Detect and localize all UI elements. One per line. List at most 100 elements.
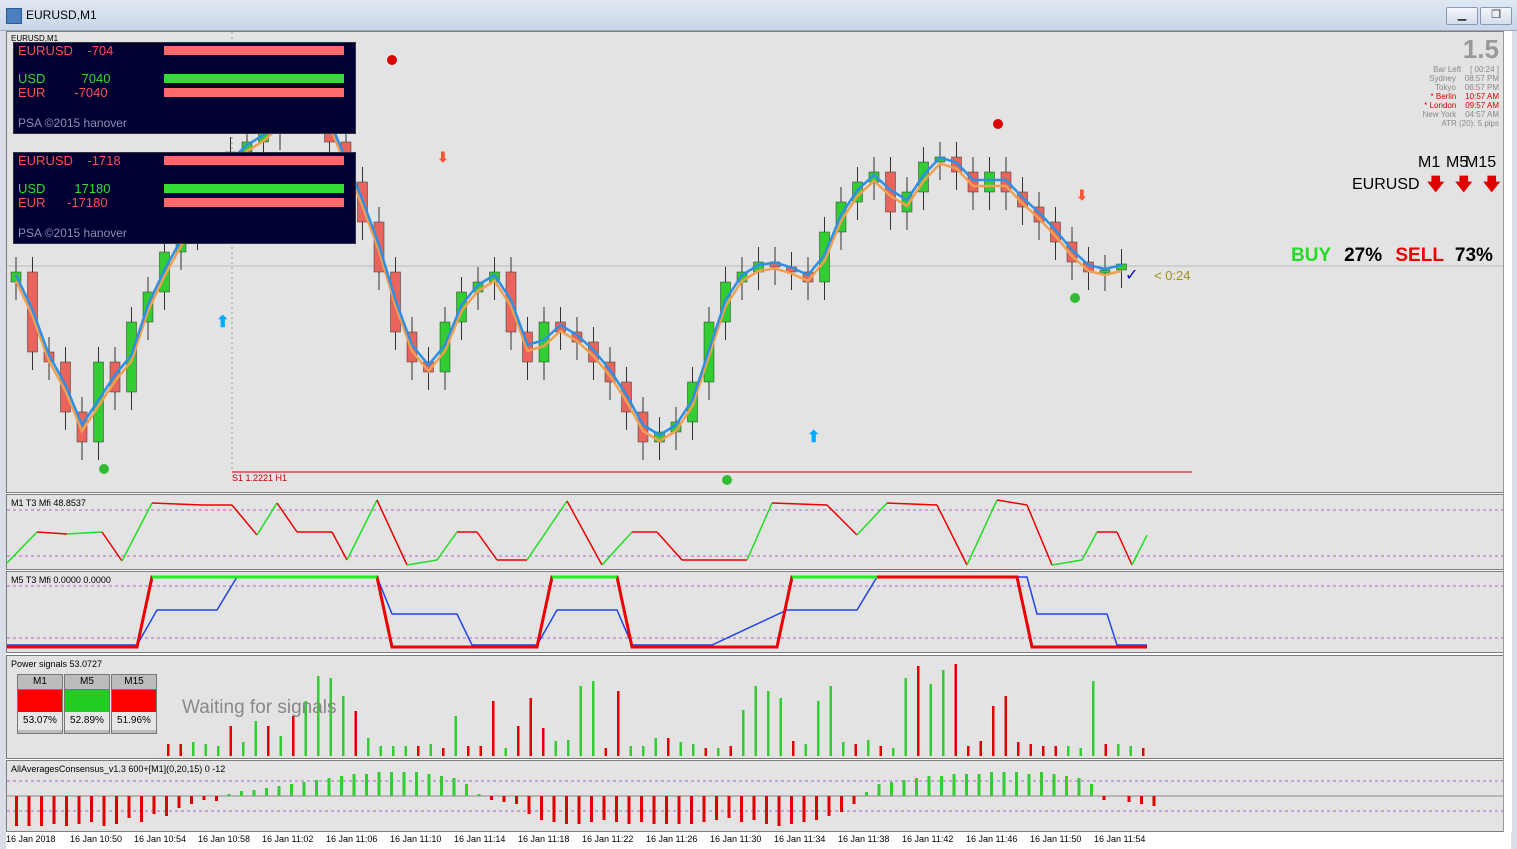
- consensus-bar: [140, 796, 143, 822]
- power-bar: [717, 748, 720, 756]
- power-bar: [292, 716, 295, 756]
- consensus-bar: [615, 796, 618, 822]
- consensus-bar: [990, 772, 993, 796]
- power-bar: [867, 740, 870, 756]
- power-bar: [654, 738, 657, 756]
- consensus-bar: [1077, 778, 1081, 796]
- consensus-bar: [152, 796, 156, 814]
- consensus-bar: [190, 796, 193, 804]
- mfi-segment: [66, 531, 103, 535]
- time-axis-label: 16 Jan 11:22: [582, 834, 634, 844]
- power-bar: [229, 726, 232, 756]
- session-row: Sydney 08:57 PM: [1429, 74, 1499, 83]
- session-row: * Berlin 10:57 AM: [1430, 92, 1499, 101]
- base-bar: [164, 184, 344, 193]
- mfi-red-line: [7, 575, 1147, 649]
- time-axis-label: 16 Jan 11:30: [710, 834, 762, 844]
- power-bar: [492, 701, 495, 756]
- sell-pct: 73%: [1454, 245, 1493, 266]
- maximize-button[interactable]: ❐: [1480, 7, 1512, 25]
- power-bar: [479, 746, 482, 756]
- mfi-segment: [566, 500, 603, 566]
- consensus-bar: [865, 792, 868, 796]
- candle: [819, 231, 830, 283]
- power-bar: [854, 744, 857, 756]
- power-bar: [1104, 744, 1107, 756]
- consensus-bar: [1127, 796, 1131, 802]
- consensus-bar: [1102, 796, 1106, 800]
- arrow-down-icon: 🡇: [1455, 175, 1473, 194]
- consensus-bar: [377, 772, 381, 796]
- tf-label-m1: M1: [1418, 154, 1441, 171]
- power-bar: [1017, 742, 1020, 756]
- power-bar: [642, 746, 645, 756]
- consensus-bar: [465, 784, 468, 796]
- power-bar: [792, 741, 795, 756]
- currency-strength-box-2: EURUSD -1718 USD 17180 EUR -17180 PSA ©2…: [13, 152, 356, 244]
- consensus-bar: [827, 796, 831, 816]
- power-bar: [204, 744, 207, 756]
- atr-label: ATR (20): 5 pips: [1441, 119, 1499, 128]
- power-bar: [1042, 746, 1045, 756]
- consensus-oscillator-pane[interactable]: AllAveragesConsensus_v1.3 600+[M1](0,20,…: [6, 760, 1511, 832]
- consensus-bar: [40, 796, 43, 826]
- mfi-segment: [746, 502, 773, 561]
- time-axis-label: 16 Jan 11:42: [902, 834, 954, 844]
- mfi-segment: [7, 531, 38, 564]
- sell-label: SELL: [1395, 245, 1444, 266]
- power-bar: [1117, 744, 1120, 756]
- consensus-bar: [777, 796, 781, 826]
- consensus-bar: [1027, 774, 1031, 796]
- yinyang-icon: [1070, 293, 1080, 303]
- power-bar: [904, 678, 907, 756]
- m1-mfi-pane[interactable]: M1 T3 Mfi 48.8537: [6, 494, 1511, 570]
- price-pane[interactable]: ⬆ ⬆ ⬇ ⬇ ✓ EURUSD,M1 EURUSD -704 USD 7040 EUR…: [6, 31, 1511, 493]
- power-bar: [1092, 681, 1095, 756]
- time-axis-label: 16 Jan 2018: [6, 834, 56, 844]
- power-bar: [467, 746, 470, 756]
- consensus-bar: [177, 796, 181, 808]
- chart-window[interactable]: ⬆ ⬆ ⬇ ⬇ ✓ EURUSD,M1 EURUSD -704 USD 7040 EUR…: [6, 31, 1512, 849]
- power-bar: [242, 742, 245, 756]
- mfi-segment: [996, 499, 1028, 506]
- m5-mfi-lines: [7, 575, 1504, 649]
- consensus-bar: [215, 796, 218, 801]
- power-box-m1: M1 53.07%: [17, 674, 63, 734]
- consensus-bar: [302, 782, 306, 796]
- bar-countdown: < 0:24: [1154, 268, 1191, 283]
- consensus-bar: [427, 774, 431, 796]
- waiting-for-signals-text: Waiting for signals: [182, 697, 337, 718]
- power-bar: [404, 746, 407, 756]
- consensus-bar: [315, 780, 318, 796]
- time-axis-label: 16 Jan 10:54: [134, 834, 187, 844]
- pair-label: EURUSD -1718: [18, 153, 121, 168]
- consensus-bar: [402, 772, 406, 796]
- buy-pct: 27%: [1344, 245, 1383, 266]
- consensus-bar: [90, 796, 93, 822]
- consensus-bar: [440, 776, 443, 796]
- m5-mfi-pane[interactable]: M5 T3 Mfi 0.0000 0.0000: [6, 571, 1511, 653]
- consensus-bar: [327, 778, 331, 796]
- power-signals-pane[interactable]: Power signals 53.0727 M1 53.07% M5 52.89…: [6, 655, 1511, 759]
- time-axis-label: 16 Jan 11:54: [1094, 834, 1146, 844]
- power-bar: [817, 701, 820, 756]
- consensus-bar: [740, 796, 743, 822]
- power-bar: [942, 670, 945, 756]
- base-label: USD 17180: [18, 181, 111, 196]
- consensus-bar: [602, 796, 606, 820]
- minimize-button[interactable]: ▁: [1446, 7, 1478, 25]
- mfi-segment: [1131, 534, 1148, 566]
- consensus-bar: [77, 796, 81, 824]
- power-bar: [504, 748, 507, 756]
- consensus-bar: [652, 796, 656, 824]
- mfi-segment: [1051, 559, 1083, 566]
- consensus-bar: [1140, 796, 1143, 804]
- consensus-bar: [240, 791, 243, 796]
- session-row: Tokyo 06:57 PM: [1434, 83, 1499, 92]
- power-bar: [1079, 748, 1082, 756]
- power-bar: [554, 741, 557, 756]
- power-bar: [567, 740, 570, 756]
- power-bar: [429, 744, 432, 756]
- consensus-bar: [252, 790, 256, 796]
- price-scale[interactable]: [1503, 31, 1512, 832]
